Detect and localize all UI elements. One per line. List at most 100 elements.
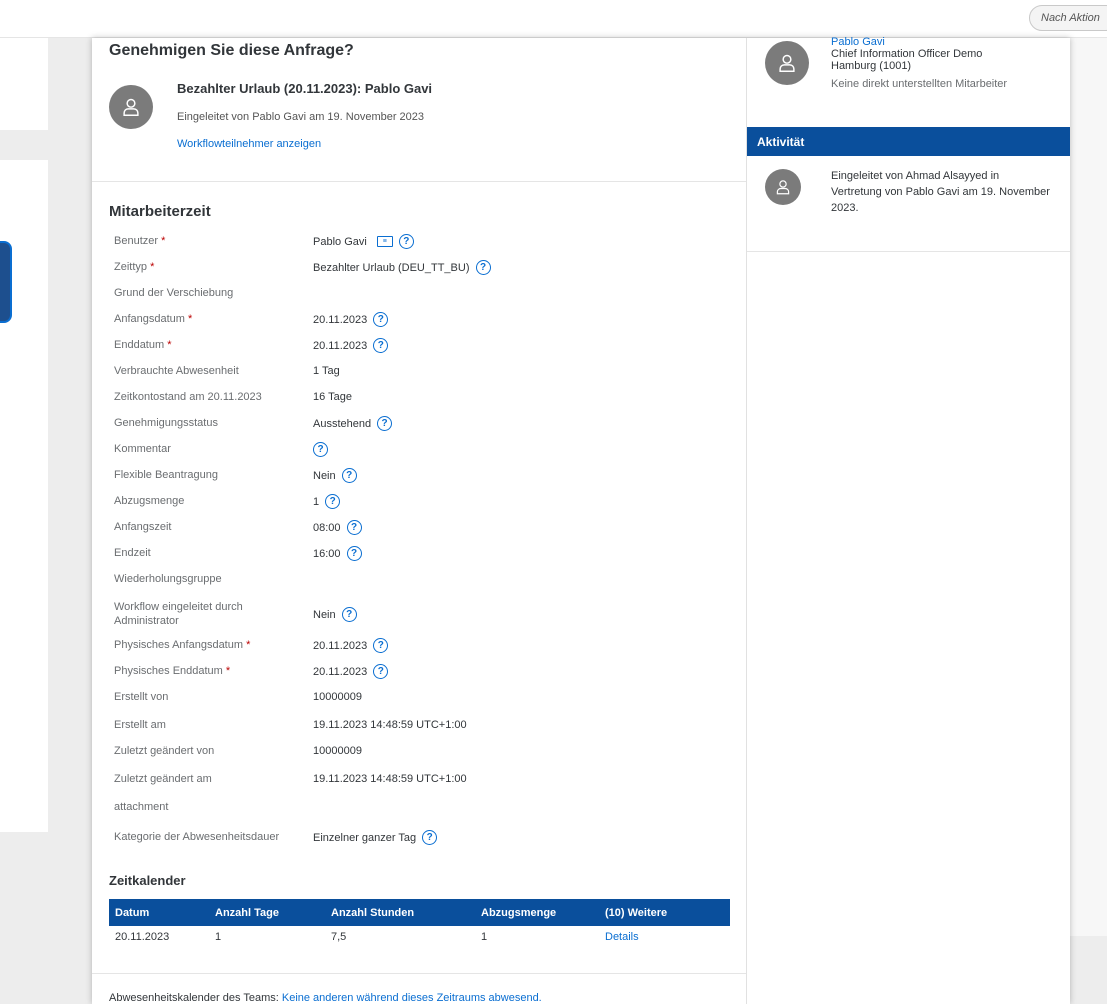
field-label: Kommentar (114, 442, 299, 456)
field-row: Zuletzt geändert am 19.11.2023 14:48:59 U… (114, 772, 734, 794)
background-button (0, 241, 12, 323)
help-icon[interactable]: ? (422, 830, 438, 845)
field-value: 20.11.2023? (313, 664, 389, 679)
field-value: Nein? (313, 607, 357, 622)
field-label-text: Erstellt von (114, 691, 169, 703)
help-icon[interactable]: ? (377, 416, 393, 431)
help-icon[interactable]: ? (346, 520, 362, 535)
required-marker: * (161, 235, 166, 247)
field-label: Endzeit (114, 546, 299, 560)
help-icon[interactable]: ? (373, 664, 389, 679)
field-value: 16:00? (313, 546, 362, 561)
field-row: Physisches Anfangsdatum * 20.11.2023? (114, 638, 734, 660)
field-value: 20.11.2023? (313, 638, 389, 653)
field-label: Zeitkontostand am 20.11.2023 (114, 390, 299, 404)
field-label-text: Grund der Verschiebung (114, 287, 234, 299)
field-value-text: 19.11.2023 14:48:59 UTC+1:00 (313, 773, 467, 785)
top-bar (0, 0, 1107, 38)
field-row: Erstellt von 10000009 (114, 690, 734, 712)
help-icon[interactable]: ? (373, 638, 389, 653)
field-label-text: Workflow eingeleitet durch Administrator (114, 601, 243, 627)
required-marker: * (246, 639, 251, 651)
field-value: 19.11.2023 14:48:59 UTC+1:00 (313, 718, 467, 732)
avatar (109, 85, 153, 129)
help-icon[interactable]: ? (373, 338, 389, 353)
employee-name-link[interactable]: Pablo Gavi (831, 36, 885, 48)
field-label-text: Benutzer (114, 235, 159, 247)
field-label: Physisches Enddatum * (114, 664, 299, 678)
field-value: 1? (313, 494, 341, 509)
field-label-text: Genehmigungsstatus (114, 417, 218, 429)
field-label: Genehmigungsstatus (114, 416, 299, 430)
field-value-text: Pablo Gavi (313, 235, 367, 248)
field-value: ? (313, 442, 328, 457)
field-value: 20.11.2023? (313, 312, 389, 327)
field-value-text: 16:00 (313, 547, 341, 560)
field-label-text: Endzeit (114, 547, 151, 559)
next-action-button[interactable]: Nach Aktion (1029, 5, 1107, 31)
column-header: Anzahl Stunden (325, 899, 475, 926)
table-header-row: Datum Anzahl Tage Anzahl Stunden Abzugsmeng… (109, 899, 730, 926)
field-value-text: 16 Tage (313, 391, 352, 403)
background-panel-right (1070, 38, 1107, 936)
field-label: Zeittyp * (114, 260, 299, 274)
field-label: Erstellt von (114, 690, 299, 704)
field-label: Wiederholungsgruppe (114, 572, 299, 586)
help-icon[interactable]: ? (325, 494, 341, 509)
field-value-text: 20.11.2023 (313, 339, 368, 352)
avatar (765, 41, 809, 85)
field-row: Erstellt am 19.11.2023 14:48:59 UTC+1:00 (114, 718, 734, 740)
field-label-text: Wiederholungsgruppe (114, 573, 222, 585)
field-row: Anfangsdatum * 20.11.2023? (114, 312, 734, 334)
field-label: attachment (114, 800, 299, 814)
field-label: Benutzer * (114, 234, 299, 248)
details-link[interactable]: Details (599, 926, 730, 947)
main-content: Genehmigen Sie diese Anfrage? Bezahlter … (92, 38, 746, 1004)
required-marker: * (225, 665, 231, 677)
help-icon[interactable]: ? (398, 234, 414, 249)
field-label-text: Physisches Anfangsdatum (114, 639, 244, 651)
column-header: Datum (109, 899, 209, 926)
field-label: Grund der Verschiebung (114, 286, 299, 300)
field-label-text: Zuletzt geändert am (114, 773, 212, 785)
help-icon[interactable]: ? (313, 442, 328, 457)
column-header: Anzahl Tage (209, 899, 325, 926)
employee-job-title: Chief Information Officer Demo (831, 48, 983, 60)
field-row: Verbrauchte Abwesenheit 1 Tag (114, 364, 734, 386)
required-marker: * (188, 313, 193, 325)
show-participants-link[interactable]: Workflowteilnehmer anzeigen (177, 138, 321, 150)
field-label-text: Verbrauchte Abwesenheit (114, 365, 239, 377)
field-value: 10000009 (313, 690, 362, 704)
field-label: Kategorie der Abwesenheitsdauer (114, 830, 299, 844)
divider (747, 251, 1070, 252)
field-row: Zeittyp * Bezahlter Urlaub (DEU_TT_BU)? (114, 260, 734, 282)
field-value-text: 10000009 (313, 691, 362, 703)
field-value-text: 10000009 (313, 745, 362, 757)
contact-card-icon[interactable]: ≡ (376, 236, 393, 247)
field-label-text: Erstellt am (114, 719, 166, 731)
field-row: Endzeit 16:00? (114, 546, 734, 568)
help-icon[interactable]: ? (373, 312, 389, 327)
section-title: Mitarbeiterzeit (109, 203, 211, 220)
field-label: Verbrauchte Abwesenheit (114, 364, 299, 378)
help-icon[interactable]: ? (341, 607, 357, 622)
help-icon[interactable]: ? (475, 260, 491, 275)
field-label: Zuletzt geändert am (114, 772, 299, 786)
field-value: Pablo Gavi ≡? (313, 234, 414, 249)
help-icon[interactable]: ? (346, 546, 362, 561)
field-row: Wiederholungsgruppe (114, 572, 734, 594)
request-initiated: Eingeleitet von Pablo Gavi am 19. Novemb… (177, 111, 425, 123)
help-icon[interactable]: ? (341, 468, 357, 483)
column-header: Abzugsmenge (475, 899, 599, 926)
team-calendar-link[interactable]: Keine anderen während dieses Zeitraums a… (282, 992, 542, 1004)
field-label-text: Abzugsmenge (114, 495, 185, 507)
person-icon (779, 54, 795, 72)
field-label: Erstellt am (114, 718, 299, 732)
field-label: Anfangszeit (114, 520, 299, 534)
field-value: Bezahlter Urlaub (DEU_TT_BU)? (313, 260, 491, 275)
field-value-text: Nein (313, 469, 336, 482)
field-label-text: Kommentar (114, 443, 171, 455)
field-row: Enddatum * 20.11.2023? (114, 338, 734, 360)
required-marker: * (167, 339, 172, 351)
table-cell: 20.11.2023 (115, 930, 170, 943)
